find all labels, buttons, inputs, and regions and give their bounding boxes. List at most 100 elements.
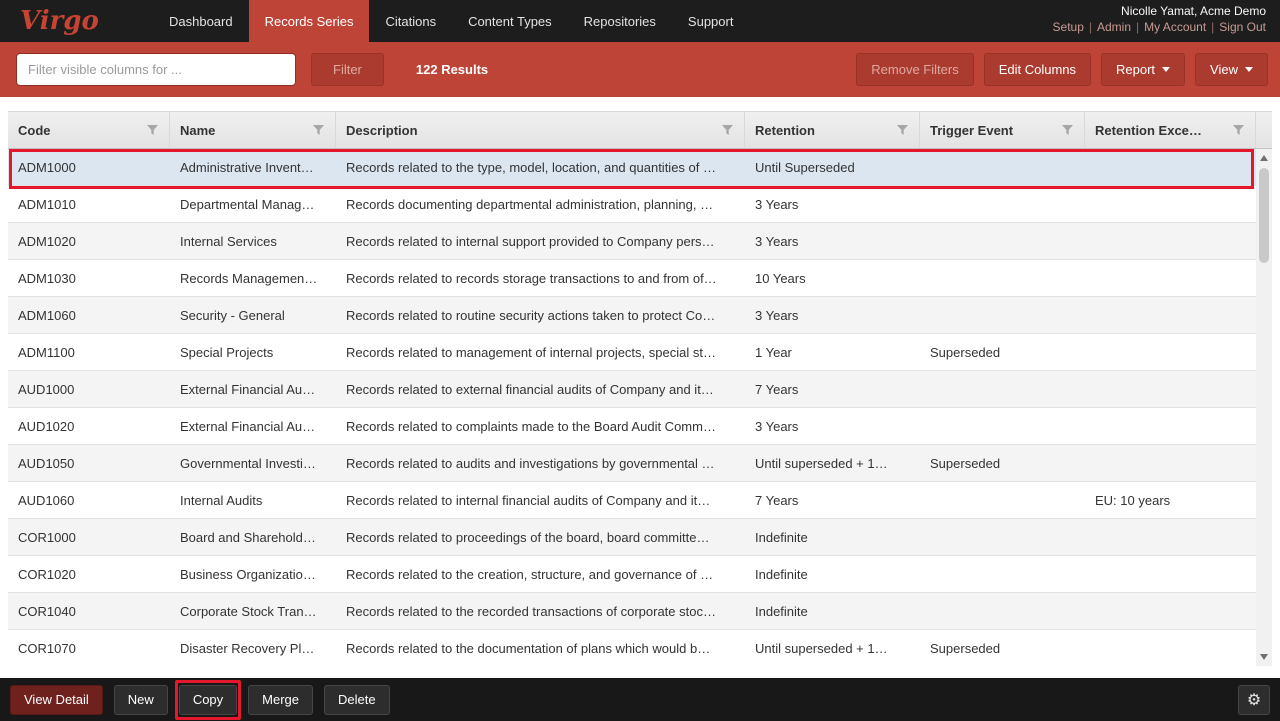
- filter-funnel-icon[interactable]: [312, 124, 325, 136]
- toolbar-right: Remove Filters Edit Columns Report View: [856, 53, 1268, 86]
- filter-funnel-icon[interactable]: [146, 124, 159, 136]
- view-button[interactable]: View: [1195, 53, 1268, 86]
- column-label: Name: [180, 123, 215, 138]
- settings-gear-button[interactable]: ⚙: [1238, 685, 1270, 715]
- nav-item-content-types[interactable]: Content Types: [452, 0, 568, 42]
- table-row-AUD1050[interactable]: AUD1050Governmental Investi…Records rela…: [8, 445, 1256, 482]
- user-links: Setup | Admin | My Account | Sign Out: [1053, 19, 1266, 36]
- user-link-setup[interactable]: Setup: [1053, 20, 1084, 34]
- cell-name: Board and Sharehold…: [170, 530, 336, 545]
- user-link-my-account[interactable]: My Account: [1144, 20, 1206, 34]
- cell-code: AUD1060: [8, 493, 170, 508]
- cell-name: Special Projects: [170, 345, 336, 360]
- cell-retention: Until Superseded: [745, 160, 920, 175]
- column-header-retention[interactable]: Retention: [745, 112, 920, 148]
- user-link-sign-out[interactable]: Sign Out: [1219, 20, 1266, 34]
- table-row-COR1020[interactable]: COR1020Business Organizatio…Records rela…: [8, 556, 1256, 593]
- footer-button-wrap: Copy: [179, 685, 237, 715]
- copy-button[interactable]: Copy: [179, 685, 237, 715]
- button-label: Remove Filters: [871, 62, 958, 77]
- cell-code: ADM1060: [8, 308, 170, 323]
- cell-code: AUD1050: [8, 456, 170, 471]
- cell-description: Records related to internal support prov…: [336, 234, 745, 249]
- cell-retention: 10 Years: [745, 271, 920, 286]
- nav-item-repositories[interactable]: Repositories: [568, 0, 672, 42]
- top-navigation-bar: Virgo DashboardRecords SeriesCitationsCo…: [0, 0, 1280, 42]
- filter-funnel-icon[interactable]: [896, 124, 909, 136]
- cell-description: Records related to internal financial au…: [336, 493, 745, 508]
- cell-description: Records related to records storage trans…: [336, 271, 745, 286]
- cell-description: Records related to the documentation of …: [336, 641, 745, 656]
- table-row-COR1000[interactable]: COR1000Board and Sharehold…Records relat…: [8, 519, 1256, 556]
- cell-code: AUD1000: [8, 382, 170, 397]
- view-detail-button[interactable]: View Detail: [10, 685, 103, 715]
- nav-item-support[interactable]: Support: [672, 0, 750, 42]
- cell-retention: 7 Years: [745, 382, 920, 397]
- cell-name: Departmental Manag…: [170, 197, 336, 212]
- cell-code: ADM1100: [8, 345, 170, 360]
- report-button[interactable]: Report: [1101, 53, 1185, 86]
- filter-funnel-icon[interactable]: [1232, 124, 1245, 136]
- table-row-COR1040[interactable]: COR1040Corporate Stock Tran…Records rela…: [8, 593, 1256, 630]
- table-row-ADM1100[interactable]: ADM1100Special ProjectsRecords related t…: [8, 334, 1256, 371]
- edit-columns-button[interactable]: Edit Columns: [984, 53, 1091, 86]
- cell-retention: Until superseded + 1…: [745, 641, 920, 656]
- separator: |: [1136, 20, 1139, 34]
- filter-input[interactable]: [16, 53, 296, 86]
- column-header-code[interactable]: Code: [8, 112, 170, 148]
- scrollbar-thumb[interactable]: [1259, 168, 1269, 263]
- nav-item-citations[interactable]: Citations: [369, 0, 452, 42]
- user-link-admin[interactable]: Admin: [1097, 20, 1131, 34]
- cell-name: Records Managemen…: [170, 271, 336, 286]
- column-header-name[interactable]: Name: [170, 112, 336, 148]
- table-row-AUD1020[interactable]: AUD1020External Financial Au…Records rel…: [8, 408, 1256, 445]
- merge-button[interactable]: Merge: [248, 685, 313, 715]
- table-row-ADM1060[interactable]: ADM1060Security - GeneralRecords related…: [8, 297, 1256, 334]
- scroll-up-arrow-icon[interactable]: [1260, 155, 1268, 161]
- virgo-logo[interactable]: Virgo: [0, 0, 153, 42]
- footer-button-wrap: New: [114, 685, 168, 715]
- new-button[interactable]: New: [114, 685, 168, 715]
- cell-code: ADM1020: [8, 234, 170, 249]
- vertical-scrollbar[interactable]: [1256, 149, 1272, 666]
- cell-trigger-event: Superseded: [920, 345, 1085, 360]
- table-row-ADM1020[interactable]: ADM1020Internal ServicesRecords related …: [8, 223, 1256, 260]
- nav-item-dashboard[interactable]: Dashboard: [153, 0, 249, 42]
- filter-funnel-icon[interactable]: [721, 124, 734, 136]
- filter-toolbar: Filter 122 Results Remove FiltersEdit Co…: [0, 42, 1280, 97]
- column-label: Retention: [755, 123, 815, 138]
- footer-button-wrap: View Detail: [10, 685, 103, 715]
- button-label: Report: [1116, 62, 1155, 77]
- scroll-down-arrow-icon[interactable]: [1260, 654, 1268, 660]
- column-header-description[interactable]: Description: [336, 112, 745, 148]
- cell-description: Records documenting departmental adminis…: [336, 197, 745, 212]
- cell-retention: 3 Years: [745, 419, 920, 434]
- cell-name: External Financial Au…: [170, 382, 336, 397]
- cell-name: Business Organizatio…: [170, 567, 336, 582]
- cell-retention: 3 Years: [745, 234, 920, 249]
- separator: |: [1089, 20, 1092, 34]
- cell-retention: 3 Years: [745, 308, 920, 323]
- main-nav: DashboardRecords SeriesCitationsContent …: [153, 0, 749, 42]
- table-row-AUD1000[interactable]: AUD1000External Financial Au…Records rel…: [8, 371, 1256, 408]
- filter-funnel-icon[interactable]: [1061, 124, 1074, 136]
- remove-filters-button[interactable]: Remove Filters: [856, 53, 973, 86]
- cell-description: Records related to the type, model, loca…: [336, 160, 745, 175]
- nav-item-records-series[interactable]: Records Series: [249, 0, 370, 42]
- column-header-trigger-event[interactable]: Trigger Event: [920, 112, 1085, 148]
- table-row-AUD1060[interactable]: AUD1060Internal AuditsRecords related to…: [8, 482, 1256, 519]
- table-row-ADM1000[interactable]: ADM1000Administrative Invent…Records rel…: [8, 149, 1256, 186]
- table-row-ADM1010[interactable]: ADM1010Departmental Manag…Records docume…: [8, 186, 1256, 223]
- table-rows: ADM1000Administrative Invent…Records rel…: [8, 149, 1256, 666]
- cell-trigger-event: Superseded: [920, 456, 1085, 471]
- cell-name: Internal Services: [170, 234, 336, 249]
- separator: |: [1211, 20, 1214, 34]
- button-label: Edit Columns: [999, 62, 1076, 77]
- delete-button[interactable]: Delete: [324, 685, 390, 715]
- table-row-ADM1030[interactable]: ADM1030Records Managemen…Records related…: [8, 260, 1256, 297]
- cell-retention: 1 Year: [745, 345, 920, 360]
- table-row-COR1070[interactable]: COR1070Disaster Recovery Pl…Records rela…: [8, 630, 1256, 666]
- cell-description: Records related to complaints made to th…: [336, 419, 745, 434]
- column-header-retention-exce[interactable]: Retention Exce…: [1085, 112, 1256, 148]
- filter-button[interactable]: Filter: [311, 53, 384, 86]
